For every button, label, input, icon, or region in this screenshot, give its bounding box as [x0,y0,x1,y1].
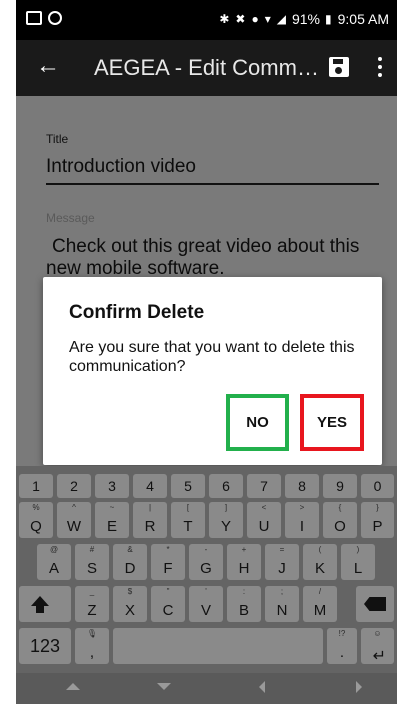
key[interactable]: ; N [265,586,299,622]
key[interactable]: 7 [247,474,281,498]
email-icon [26,11,42,25]
key[interactable]: @ A [37,544,71,580]
key[interactable]: ] Y [209,502,243,538]
clock: 9:05 AM [337,11,389,27]
mute-icon: ✖ [235,12,247,26]
phone-screen: ✱ ✖ ● ▾ ◢ 91% ▮ 9:05 AM ← AEGEA - Edit C… [16,0,397,704]
message-field[interactable]: Check out this great video about this ne… [46,236,376,280]
key[interactable]: " C [151,586,185,622]
dialog-title: Confirm Delete [69,302,205,323]
key[interactable]: :B [227,586,261,622]
arrow-left-nav-icon[interactable] [259,681,265,693]
app-bar: ← AEGEA - Edit Comm… [16,40,397,96]
skype-icon [48,11,62,25]
key[interactable]: 9 [323,474,357,498]
key[interactable]: ' V [189,586,223,622]
emoji-icon: ☺ [373,629,382,638]
no-button[interactable]: NO [226,394,289,451]
key[interactable]: 6 [209,474,243,498]
key[interactable]: % Q [19,502,53,538]
arrow-right-nav-icon[interactable] [356,681,362,693]
key[interactable]: [T [171,502,205,538]
wifi-icon: ▾ [264,12,272,26]
key[interactable]: (K [303,544,337,580]
status-left-icons [26,11,62,25]
key[interactable]: 2 [57,474,91,498]
key[interactable]: _ Z [75,586,109,622]
key[interactable]: = J [265,544,299,580]
mode-key[interactable]: 123 [19,628,71,664]
title-field[interactable]: Introduction video [46,156,196,178]
confirm-delete-dialog: Confirm Delete Are you sure that you wan… [43,277,382,465]
key[interactable]: -G [189,544,223,580]
key[interactable]: 3 [95,474,129,498]
keyboard: 1 2 3 4 5 6 7 8 9 0 % Q ^ W ~ E | R [T ] Y < U… [16,466,397,704]
key[interactable]: 8 [285,474,319,498]
key[interactable]: > I [285,502,319,538]
microphone-icon: 🎙 [86,629,98,638]
enter-key[interactable]: ☺ ↵ [361,628,394,665]
status-right: ✱ ✖ ● ▾ ◢ 91% ▮ 9:05 AM [219,11,389,27]
key[interactable]: {O [323,502,357,538]
key[interactable]: 0 [361,474,394,498]
key[interactable]: & D [113,544,147,580]
key[interactable]: * F [151,544,185,580]
title-underline [46,183,379,185]
shift-key[interactable] [19,586,71,622]
key[interactable]: ) L [341,544,375,580]
keyboard-nav-bar [16,673,397,704]
arrow-up-icon[interactable] [66,683,80,690]
key[interactable]: | R [133,502,167,538]
arrow-left-icon[interactable]: ← [36,54,60,78]
dialog-message: Are you sure that you want to delete thi… [69,339,355,375]
enter-icon: ↵ [372,648,386,665]
arrow-down-icon[interactable] [157,683,171,690]
bluetooth-icon: ✱ [219,12,231,26]
key[interactable]: ~ E [95,502,129,538]
backspace-key[interactable] [356,586,394,622]
key[interactable]: # S [75,544,109,580]
comma-key[interactable]: 🎙, [75,628,109,664]
message-label: Message [46,211,95,225]
title-label: Title [46,132,69,146]
key[interactable]: + H [227,544,261,580]
shift-icon [31,596,49,613]
period-key[interactable]: !?. [327,628,357,664]
space-key[interactable] [113,628,323,664]
battery-icon: ▮ [325,12,333,26]
key[interactable]: ^ W [57,502,91,538]
key[interactable]: 4 [133,474,167,498]
battery-level: 91% [291,11,321,27]
backspace-icon [364,597,386,611]
yes-button[interactable]: YES [300,394,364,451]
status-bar: ✱ ✖ ● ▾ ◢ 91% ▮ 9:05 AM [16,0,397,40]
more-vertical-icon[interactable] [378,57,382,77]
floppy-disk-icon[interactable] [329,57,349,77]
key[interactable]: $ X [113,586,147,622]
key[interactable]: } P [361,502,394,538]
alarm-icon: ● [251,12,260,26]
key[interactable]: < U [247,502,281,538]
key[interactable]: 5 [171,474,205,498]
signal-icon: ◢ [276,12,287,26]
key[interactable]: 1 [19,474,53,498]
key[interactable]: / M [303,586,337,622]
page-title: AEGEA - Edit Comm… [94,55,319,80]
